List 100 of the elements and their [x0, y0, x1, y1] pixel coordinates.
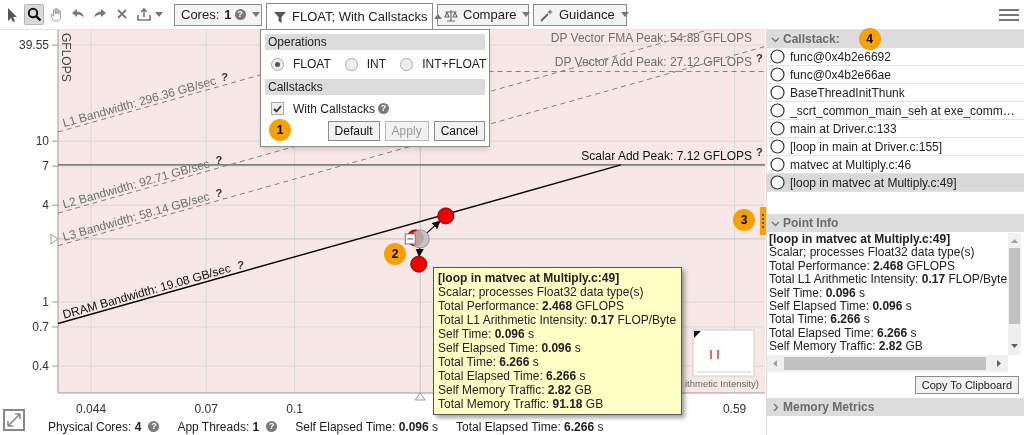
checkbox[interactable] — [271, 102, 284, 116]
help-mark[interactable]: ? — [215, 186, 223, 199]
collapse-icon[interactable] — [404, 233, 416, 245]
info-heading: [loop in matvec at Multiply.c:49] — [769, 233, 952, 247]
minimap-drawing[interactable] — [692, 329, 755, 377]
option-label: INT — [366, 56, 387, 74]
tooltip-line: Total Time: 6.266 s — [438, 355, 540, 369]
info-line: Self Elapsed Time: 0.096 s — [769, 300, 913, 314]
callstack-row[interactable]: func@0x4b2e66ae — [767, 66, 1024, 84]
radio-circle-icon — [770, 103, 785, 118]
scroll-left-icon[interactable] — [770, 359, 780, 368]
radio-circle-icon — [770, 175, 785, 190]
tooltip-line: Total Elapsed Time: 6.266 s — [438, 369, 587, 383]
callstack-row[interactable]: [loop in main at Driver.c:155] — [767, 138, 1024, 156]
caret-up-icon — [433, 14, 442, 19]
axis-tick-label: 0.1 — [286, 402, 303, 416]
section-header: Operations — [265, 34, 485, 50]
tool-button[interactable] — [24, 4, 44, 25]
panel-button[interactable]: Default — [327, 120, 380, 141]
radio-button[interactable] — [344, 57, 358, 71]
help-icon[interactable]: ? — [234, 9, 246, 20]
radio-circle-icon — [770, 139, 785, 154]
vertical-scrollbar[interactable] — [1008, 233, 1021, 355]
help-mark[interactable]: ? — [221, 71, 228, 84]
tooltip-line: Self Time: 0.096 s — [438, 327, 536, 341]
option-label: FLOAT — [293, 56, 331, 74]
status-text: Self Elapsed Time: 0.096 s — [295, 418, 438, 435]
axis-tick-label: 1 — [42, 295, 49, 310]
data-point[interactable] — [410, 255, 428, 273]
callout-badge: 4 — [858, 28, 881, 50]
splitter-handle[interactable] — [760, 207, 766, 235]
axis-title: GFLOPS — [59, 33, 73, 82]
axis-tick-label: 4 — [42, 198, 49, 213]
option-label: With Callstacks — [293, 100, 375, 118]
axis-tick-label: 0.044 — [76, 402, 107, 416]
roofline-label: Scalar Add Peak: 7.12 GFLOPS — [581, 148, 752, 163]
status-text: Physical Cores: 4 — [48, 418, 142, 435]
roofline-label: DP Vector Add Peak: 27.12 GFLOPS — [554, 55, 752, 70]
section-header[interactable]: Point Info — [767, 214, 1024, 232]
help-icon[interactable]: ? — [378, 103, 389, 115]
help-mark[interactable]: ? — [756, 145, 763, 158]
scales-icon — [444, 7, 458, 22]
axis-title: ithmetic Intensity) — [685, 378, 759, 389]
expand-icon[interactable] — [3, 409, 25, 431]
filter-icon — [273, 9, 287, 24]
tooltip-line: Total L1 Arithmetic Intensity: 0.17 FLOP/Byte — [438, 313, 677, 327]
callstack-row[interactable]: [loop in matvec at Multiply.c:49] — [767, 174, 1024, 192]
callstack-row[interactable]: func@0x4b2e6692 — [767, 48, 1024, 66]
scroll-right-icon[interactable] — [994, 359, 1004, 368]
search-icon — [27, 7, 41, 22]
option-label: INT+FLOAT — [422, 56, 487, 74]
radio-circle-icon — [770, 49, 785, 64]
scrollbar-thumb[interactable] — [784, 357, 986, 370]
info-line: Total Time: 6.266 s — [769, 313, 871, 327]
help-mark[interactable]: ? — [237, 258, 244, 271]
axis-tick-label: 0.59 — [722, 402, 747, 416]
callstack-row[interactable]: _scrt_common_main_seh at exe_comm… — [767, 102, 1024, 120]
tooltip-line: Self Elapsed Time: 0.096 s — [438, 341, 582, 355]
horizontal-scrollbar[interactable] — [767, 355, 1008, 372]
help-icon[interactable]: ? — [266, 421, 278, 432]
radio-circle-icon — [770, 121, 785, 136]
axis-tick-label: 39.55 — [18, 38, 49, 53]
dropdown-button[interactable]: Cores: 1 ? — [174, 3, 262, 26]
dropdown-button[interactable]: Compare — [437, 3, 529, 26]
scroll-up-icon[interactable] — [1010, 236, 1019, 246]
caret-down-icon — [251, 12, 260, 17]
status-text: Total Elapsed Time: 6.266 s — [456, 418, 604, 435]
axis-tick-label: 0.07 — [194, 402, 218, 416]
export-icon — [137, 7, 151, 22]
radio-button[interactable] — [400, 57, 414, 71]
arrow — [426, 220, 441, 234]
section-header[interactable]: Callstack: 4 — [767, 30, 1024, 48]
status-text: App Threads: 1 — [177, 418, 260, 435]
scroll-down-icon[interactable] — [1010, 341, 1019, 351]
help-mark[interactable]: ? — [756, 52, 763, 65]
callout-badge: 1 — [269, 119, 291, 142]
dropdown-button[interactable]: Guidance — [533, 3, 627, 26]
tooltip-line: Total Performance: 2.468 GFLOPS — [438, 299, 626, 313]
help-icon[interactable]: ? — [148, 421, 160, 432]
copy-button[interactable]: Copy To Clipboard — [914, 376, 1019, 394]
info-line: Self Time: 0.096 s — [769, 286, 867, 301]
help-mark[interactable]: ? — [215, 154, 223, 167]
caret-down-icon — [155, 12, 163, 17]
tooltip-line: Self Memory Traffic: 2.82 GB — [438, 383, 593, 397]
axis-tick-label: 7 — [42, 159, 49, 174]
info-line: Scalar; processes Float32 data type(s) — [769, 246, 976, 260]
info-line: Total Performance: 2.468 GFLOPS — [769, 259, 956, 274]
radio-button[interactable] — [271, 57, 284, 71]
scrollbar-thumb[interactable] — [1009, 248, 1020, 324]
section-header[interactable]: Memory Metrics — [767, 398, 1024, 416]
callstack-row[interactable]: main at Driver.c:133 — [767, 120, 1024, 138]
info-line: Total L1 Arithmetic Intensity: 0.17 FLOP/Byte — [769, 273, 1008, 287]
menu-icon[interactable] — [999, 7, 1019, 22]
data-point[interactable] — [437, 207, 455, 225]
panel-button[interactable]: Cancel — [433, 120, 485, 141]
chevron-right-icon — [771, 402, 780, 412]
caret-down-icon — [620, 12, 629, 17]
section-header: Callstacks — [265, 78, 485, 95]
callstack-row[interactable]: BaseThreadInitThunk — [767, 84, 1024, 102]
hand-icon — [49, 7, 63, 22]
